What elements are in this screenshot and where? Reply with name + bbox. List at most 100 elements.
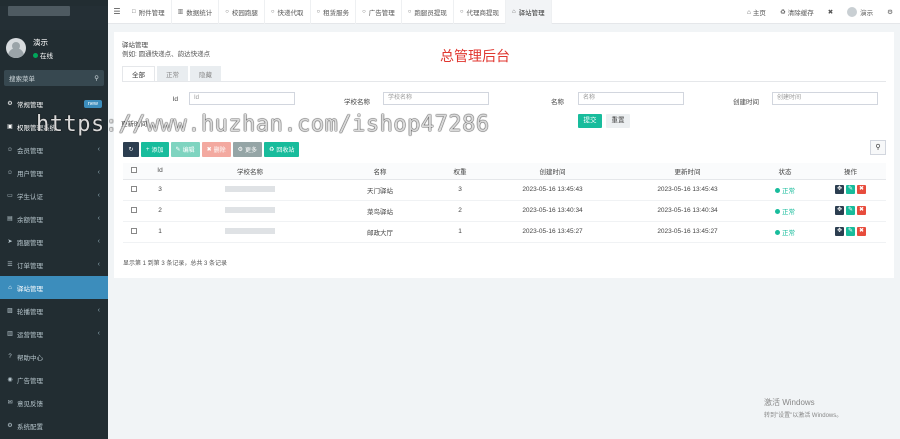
overlay-title: 总管理后台 bbox=[440, 48, 510, 64]
user-menu[interactable]: 演示 bbox=[840, 7, 880, 17]
nav-tab[interactable]: ⌂ 驿站管理 bbox=[506, 0, 552, 24]
edit-row-icon[interactable]: ✎ bbox=[846, 185, 855, 194]
clear-cache-link[interactable]: ♻ 清除缓存 bbox=[773, 7, 821, 17]
edit-row-icon[interactable]: ✎ bbox=[846, 227, 855, 236]
col-id[interactable]: Id bbox=[145, 163, 175, 180]
sidebar-item[interactable]: ◉ 广告管理 bbox=[0, 368, 108, 391]
id-input[interactable]: Id bbox=[189, 92, 295, 105]
sidebar-item[interactable]: ☺ 会员管理 ‹ bbox=[0, 138, 108, 161]
search-icon[interactable]: ⚲ bbox=[94, 74, 99, 82]
user-name: 演示 bbox=[33, 37, 48, 47]
school-input[interactable]: 学校名称 bbox=[383, 92, 489, 105]
sidebar-item[interactable]: ➤ 跑腿管理 ‹ bbox=[0, 230, 108, 253]
cell-id: 3 bbox=[145, 179, 175, 201]
sidebar-item[interactable]: ▥ 运营管理 ‹ bbox=[0, 322, 108, 345]
edit-row-icon[interactable]: ✎ bbox=[846, 206, 855, 215]
delete-row-icon[interactable]: ✖ bbox=[857, 227, 866, 236]
select-all-checkbox[interactable] bbox=[131, 166, 137, 173]
ad-icon: ◉ bbox=[7, 377, 13, 383]
delete-row-icon[interactable]: ✖ bbox=[857, 185, 866, 194]
navbar-right: ⌂ 主页 ♻ 清除缓存 ✖ 演示 ⚙ bbox=[740, 0, 900, 24]
tab-hidden[interactable]: 隐藏 bbox=[190, 66, 221, 81]
trash-icon: ♻ bbox=[779, 9, 786, 16]
store-icon: ⌂ bbox=[512, 8, 516, 15]
drag-handle-icon[interactable]: ✥ bbox=[835, 227, 844, 236]
menu-toggle-icon[interactable]: ☰ bbox=[108, 7, 126, 16]
col-updated[interactable]: 更新时间 bbox=[620, 163, 755, 180]
sidebar-item[interactable]: ▭ 学生认证 ‹ bbox=[0, 184, 108, 207]
nav-tab-label: 跑腿员提现 bbox=[414, 9, 447, 17]
sidebar-item-label: 帮助中心 bbox=[17, 354, 43, 362]
sidebar-item[interactable]: ⌂ 驿站管理 bbox=[0, 276, 108, 299]
nav-tab[interactable]: ○ 租赁服务 bbox=[311, 0, 357, 24]
nav-tab[interactable]: ○ 快递代取 bbox=[265, 0, 311, 24]
delete-row-icon[interactable]: ✖ bbox=[857, 206, 866, 215]
sidebar-item[interactable]: ☰ 订单管理 ‹ bbox=[0, 253, 108, 276]
file-icon: □ bbox=[132, 8, 136, 15]
drag-handle-icon[interactable]: ✥ bbox=[835, 206, 844, 215]
nav-tab[interactable]: ▥ 数据统计 bbox=[172, 0, 220, 24]
col-name[interactable]: 名称 bbox=[325, 163, 435, 180]
col-status[interactable]: 状态 bbox=[755, 163, 815, 180]
user-status: 在线 bbox=[33, 50, 53, 60]
sidebar-item-label: 系统配置 bbox=[17, 423, 43, 431]
sidebar-search-input[interactable]: 搜索菜单 ⚲ bbox=[4, 70, 104, 86]
row-checkbox[interactable] bbox=[131, 206, 137, 213]
id-card-icon: ▭ bbox=[7, 193, 13, 199]
content-panel: 驿站管理 例如: 圆通快递点、韵达快递点 总管理后台 全部 正常 隐藏 Id I… bbox=[114, 32, 894, 278]
sidebar-item[interactable]: ✉ 意见反馈 bbox=[0, 391, 108, 414]
nav-tab-label: 校园跑腿 bbox=[231, 9, 258, 17]
row-checkbox[interactable] bbox=[131, 227, 137, 234]
home-link[interactable]: ⌂ 主页 bbox=[740, 7, 773, 18]
sidebar-item[interactable]: ⚙ 系统配置 bbox=[0, 414, 108, 437]
tab-all[interactable]: 全部 bbox=[122, 66, 155, 81]
drag-handle-icon[interactable]: ✥ bbox=[835, 185, 844, 194]
nav-tab[interactable]: ○ 代理商提现 bbox=[454, 0, 507, 24]
sidebar-item[interactable]: ? 帮助中心 bbox=[0, 345, 108, 368]
more-button[interactable]: ⚙ 更多 bbox=[232, 142, 263, 157]
refresh-button[interactable]: ↻ bbox=[123, 142, 139, 157]
settings-icon[interactable]: ⚙ bbox=[880, 8, 900, 16]
reset-button[interactable]: 重置 bbox=[606, 114, 630, 128]
home-icon: ⌂ bbox=[746, 8, 751, 16]
cell-weight: 2 bbox=[435, 200, 485, 222]
table-row[interactable]: 3 天门驿站 3 2023-05-16 13:45:43 2023-05-16 13:4… bbox=[123, 179, 886, 201]
row-checkbox[interactable] bbox=[131, 185, 137, 192]
table-row[interactable]: 1 邮政大厅 1 2023-05-16 13:45:27 2023-05-16 13:4… bbox=[123, 221, 886, 243]
brand-logo[interactable] bbox=[8, 6, 70, 16]
cell-school bbox=[175, 221, 325, 243]
table-header-row: Id 学校名称 名称 权重 创建时间 更新时间 状态 操作 bbox=[123, 163, 886, 180]
delete-button[interactable]: ✖ 删除 bbox=[201, 142, 231, 157]
cell-id: 1 bbox=[145, 221, 175, 243]
col-school[interactable]: 学校名称 bbox=[175, 163, 325, 180]
nav-tab[interactable]: ○ 校园跑腿 bbox=[219, 0, 265, 24]
submit-button[interactable]: 提交 bbox=[578, 114, 602, 128]
edit-button[interactable]: ✎ 编辑 bbox=[170, 142, 200, 157]
status-text: 正常 bbox=[782, 229, 795, 237]
nav-tab[interactable]: ○ 跑腿员提现 bbox=[402, 0, 454, 24]
table-row[interactable]: 2 菜鸟驿站 2 2023-05-16 13:40:34 2023-05-16 13:4… bbox=[123, 200, 886, 222]
table-search-button[interactable]: ⚲ bbox=[870, 140, 886, 155]
name-input[interactable]: 名称 bbox=[578, 92, 684, 105]
sidebar-item-label: 余额管理 bbox=[17, 216, 43, 224]
user-panel: 演示 在线 bbox=[0, 30, 108, 66]
nav-tab[interactable]: □ 附件管理 bbox=[126, 0, 172, 24]
tab-normal[interactable]: 正常 bbox=[157, 66, 188, 81]
row-select-cell bbox=[123, 200, 145, 222]
sidebar-item[interactable]: ☺ 用户管理 ‹ bbox=[0, 161, 108, 184]
sidebar-item[interactable]: ▨ 轮播管理 ‹ bbox=[0, 299, 108, 322]
sidebar-item[interactable]: ▤ 余额管理 ‹ bbox=[0, 207, 108, 230]
sidebar-item-label: 订单管理 bbox=[17, 262, 43, 270]
col-weight[interactable]: 权重 bbox=[435, 163, 485, 180]
col-created[interactable]: 创建时间 bbox=[485, 163, 620, 180]
sidebar-brand-bar bbox=[0, 6, 108, 30]
nav-tab[interactable]: ○ 广告管理 bbox=[356, 0, 402, 24]
circle-icon: ○ bbox=[270, 8, 275, 15]
nav-tab-label: 驿站管理 bbox=[518, 9, 545, 17]
recycle-button[interactable]: ♻ 回收站 bbox=[264, 142, 300, 157]
create-time-input[interactable]: 创建时间 bbox=[772, 92, 878, 105]
sidebar-item-label: 跑腿管理 bbox=[17, 239, 43, 247]
fullscreen-icon[interactable]: ✖ bbox=[821, 8, 840, 16]
online-dot-icon bbox=[33, 53, 38, 59]
add-button[interactable]: + 添加 bbox=[141, 142, 169, 157]
